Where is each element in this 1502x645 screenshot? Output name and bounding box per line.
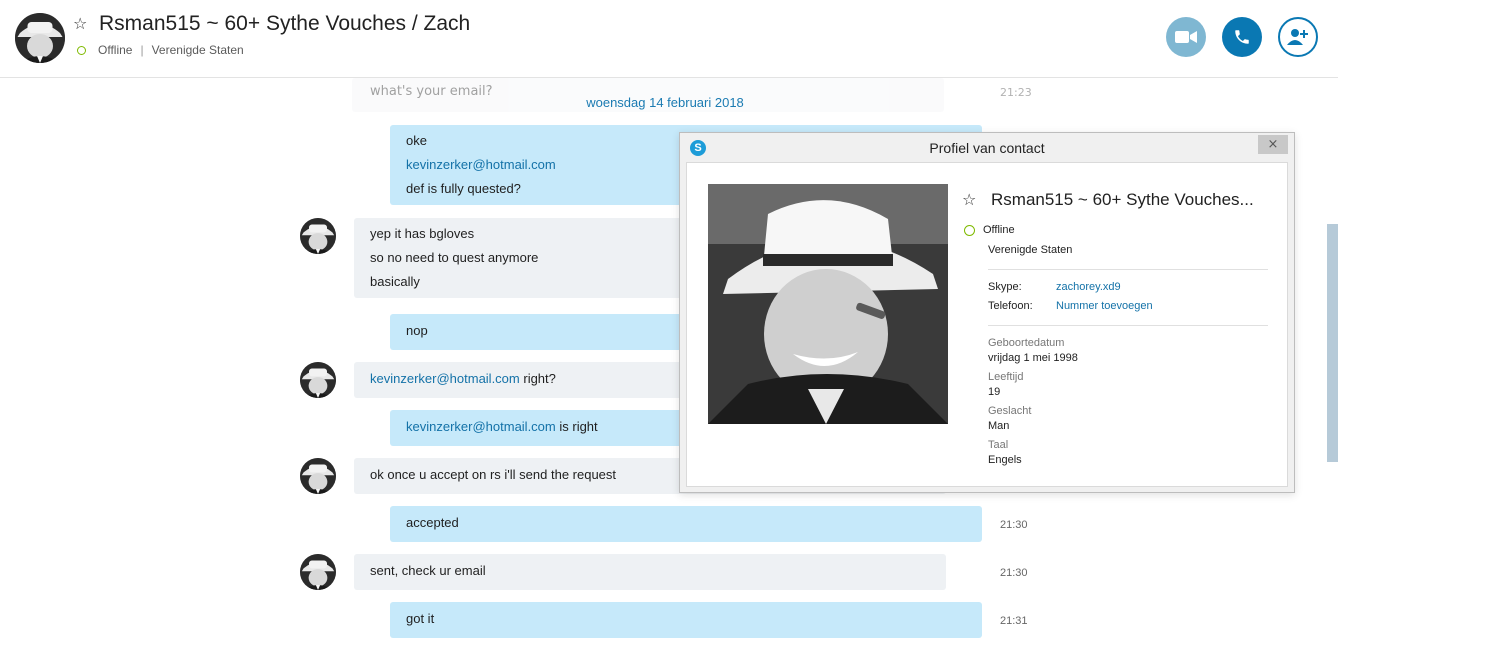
add-phone-link[interactable]: Nummer toevoegen: [1056, 300, 1153, 312]
contact-status-row: Offline | Verenigde Staten: [77, 43, 244, 57]
star-icon[interactable]: ☆: [73, 16, 87, 32]
contact-profile-dialog: S Profiel van contact × ☆ Rsman515 ~ 60+…: [679, 132, 1295, 493]
skype-label: Skype:: [988, 281, 1022, 293]
message-time: 21:31: [1000, 615, 1028, 627]
language-label: Taal: [988, 439, 1009, 451]
profile-body: ☆ Rsman515 ~ 60+ Sythe Vouches... Offlin…: [686, 162, 1288, 487]
skype-id-link[interactable]: zachorey.xd9: [1056, 281, 1121, 293]
add-person-icon: [1287, 29, 1308, 45]
gender-value: Man: [988, 420, 1010, 432]
location-text: Verenigde Staten: [151, 43, 244, 57]
conversation-header: ☆ Rsman515 ~ 60+ Sythe Vouches / Zach Of…: [0, 0, 1338, 78]
favorite-star-icon[interactable]: ☆: [962, 192, 976, 208]
gender-label: Geslacht: [988, 405, 1032, 417]
profile-country: Verenigde Staten: [988, 244, 1073, 256]
sender-avatar[interactable]: [300, 458, 336, 494]
profile-photo: [708, 184, 948, 424]
phone-label: Telefoon:: [988, 300, 1033, 312]
email-link[interactable]: kevinzerker@hotmail.com: [370, 371, 520, 386]
dialog-title: Profiel van contact: [929, 140, 1045, 156]
add-participant-button[interactable]: [1278, 17, 1318, 57]
age-value: 19: [988, 386, 1001, 398]
chat-scrollbar[interactable]: [1327, 224, 1338, 462]
message-text: is right: [555, 419, 598, 434]
message-line: accepted: [406, 515, 459, 530]
date-separator: woensdag 14 februari 2018: [586, 95, 744, 110]
profile-status: Offline: [964, 224, 1015, 236]
close-button[interactable]: ×: [1258, 135, 1288, 154]
message-text: right?: [519, 371, 556, 386]
status-offline-icon: [964, 224, 975, 236]
contact-avatar[interactable]: [15, 13, 65, 63]
birthdate-value: vrijdag 1 mei 1998: [988, 352, 1078, 364]
phone-icon: [1235, 30, 1249, 44]
message-bubble[interactable]: accepted: [390, 506, 982, 542]
message-bubble[interactable]: got it: [390, 602, 982, 638]
language-value: Engels: [988, 454, 1022, 466]
profile-name: Rsman515 ~ 60+ Sythe Vouches...: [991, 190, 1254, 209]
sender-avatar[interactable]: [300, 362, 336, 398]
conversation-title[interactable]: Rsman515 ~ 60+ Sythe Vouches / Zach: [99, 12, 470, 36]
email-link[interactable]: kevinzerker@hotmail.com: [406, 419, 556, 434]
message-bubble[interactable]: sent, check ur email: [354, 554, 946, 590]
birthdate-label: Geboortedatum: [988, 337, 1065, 349]
message-line: sent, check ur email: [370, 563, 486, 578]
message-time: 21:30: [1000, 519, 1028, 531]
sender-avatar[interactable]: [300, 554, 336, 590]
status-offline-icon: [77, 45, 86, 55]
status-separator: |: [140, 43, 144, 57]
profile-status-text: Offline: [983, 224, 1015, 236]
audio-call-button[interactable]: [1222, 17, 1262, 57]
dialog-titlebar[interactable]: S Profiel van contact ×: [680, 133, 1294, 162]
sender-avatar[interactable]: [300, 218, 336, 254]
divider: [988, 325, 1268, 326]
age-label: Leeftijd: [988, 371, 1024, 383]
video-call-button[interactable]: [1166, 17, 1206, 57]
message-line: got it: [406, 611, 435, 626]
divider: [988, 269, 1268, 270]
video-camera-icon: [1175, 31, 1197, 43]
status-text: Offline: [98, 43, 133, 57]
message-time: 21:30: [1000, 567, 1028, 579]
